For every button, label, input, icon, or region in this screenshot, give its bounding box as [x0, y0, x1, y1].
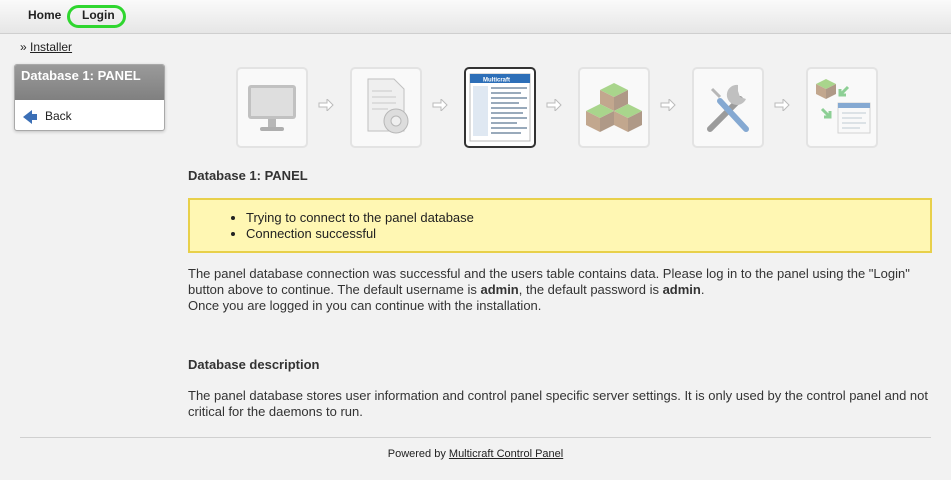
nav-login-link[interactable]: Login — [82, 8, 115, 22]
multicraft-screenshot-icon: Multicraft — [469, 73, 531, 142]
step-arrow-icon — [318, 99, 334, 111]
notice-item: Connection successful — [246, 226, 930, 242]
tools-icon — [707, 84, 749, 132]
step-2-document[interactable] — [350, 67, 422, 148]
document-gear-icon — [367, 78, 409, 134]
description-text: The panel database stores user informati… — [188, 388, 928, 419]
default-password: admin — [662, 282, 701, 297]
message-text: . — [700, 282, 705, 297]
step-arrow-icon — [774, 99, 790, 111]
breadcrumb: » Installer — [20, 40, 72, 54]
message-text: Once you are logged in you can continue … — [188, 298, 542, 313]
sidebar-menu: Database 1: PANEL Back — [14, 64, 165, 131]
step-6-done[interactable] — [806, 67, 878, 148]
step-4-daemon-database[interactable] — [578, 67, 650, 148]
breadcrumb-separator: » — [20, 40, 27, 54]
description-heading: Database description — [188, 357, 320, 372]
breadcrumb-installer-link[interactable]: Installer — [30, 40, 72, 54]
footer-divider — [20, 437, 931, 438]
top-navigation-bar: Home Login — [0, 0, 951, 34]
step-3-panel-database[interactable]: Multicraft — [464, 67, 536, 148]
nav-home-link[interactable]: Home — [28, 8, 61, 22]
notice-item: Trying to connect to the panel database — [246, 210, 930, 226]
default-username: admin — [480, 282, 519, 297]
page-title: Database 1: PANEL — [188, 168, 308, 183]
step-arrow-icon — [660, 99, 676, 111]
step-5-settings[interactable] — [692, 67, 764, 148]
sidebar-back-button[interactable]: Back — [23, 109, 72, 124]
blocks-transfer-icon — [816, 79, 871, 134]
sidebar-back-label: Back — [45, 109, 72, 123]
multicraft-thumb-label: Multicraft — [483, 78, 510, 84]
grass-blocks-icon — [586, 83, 642, 132]
footer-prefix: Powered by — [387, 448, 446, 460]
step-arrow-icon — [432, 99, 448, 111]
footer-multicraft-link[interactable]: Multicraft Control Panel — [449, 448, 563, 460]
connection-message: The panel database connection was succes… — [188, 266, 933, 314]
sidebar-title: Database 1: PANEL — [15, 65, 164, 100]
footer: Powered by Multicraft Control Panel — [0, 448, 951, 460]
message-text: , the default password is — [518, 282, 663, 297]
monitor-icon — [248, 85, 296, 131]
status-notice: Trying to connect to the panel database … — [188, 198, 932, 253]
step-1-monitor[interactable] — [236, 67, 308, 148]
step-arrow-icon — [546, 99, 562, 111]
